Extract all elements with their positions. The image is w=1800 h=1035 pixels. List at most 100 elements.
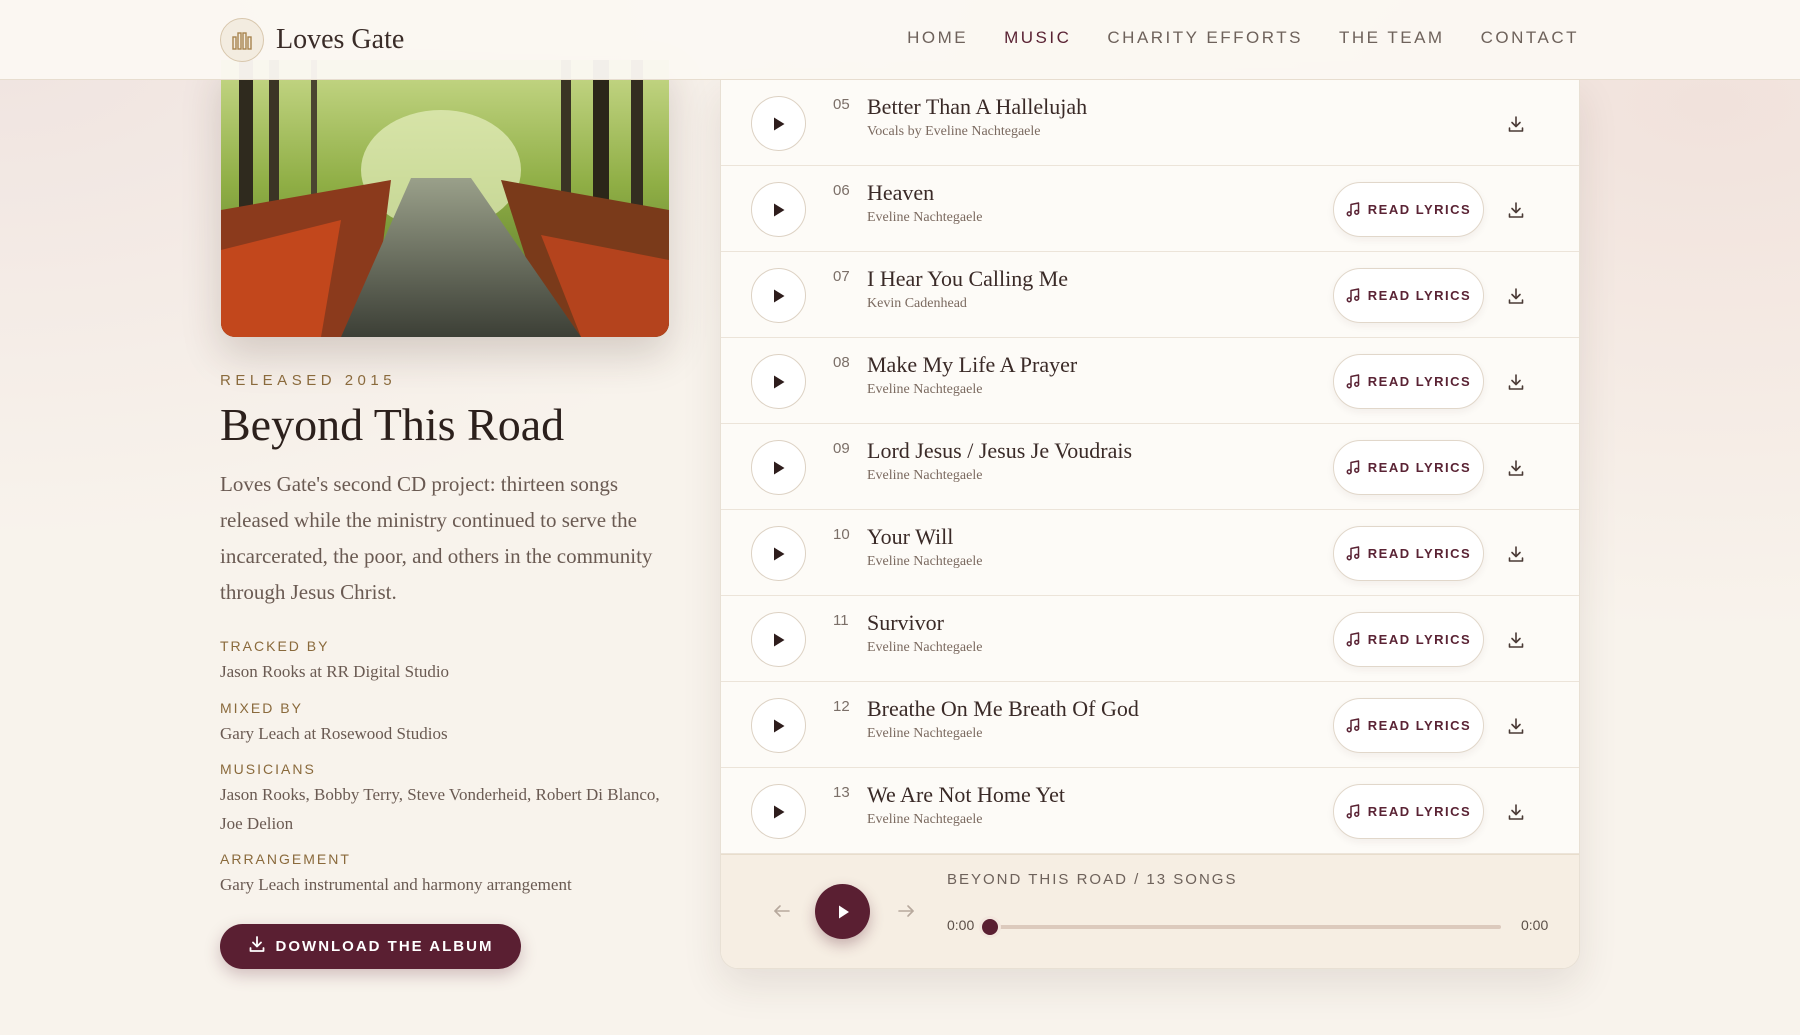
track-title[interactable]: Survivor: [867, 610, 944, 636]
track-download-button[interactable]: [1503, 283, 1529, 309]
play-icon: [773, 719, 784, 732]
track-download-button[interactable]: [1503, 627, 1529, 653]
track-title[interactable]: Better Than A Hallelujah: [867, 94, 1087, 120]
track-download-button[interactable]: [1503, 455, 1529, 481]
track-number: 05: [833, 96, 850, 113]
track-number: 09: [833, 440, 850, 457]
previous-track-button[interactable]: [769, 898, 795, 924]
credit-label-musicians: MUSICIANS: [220, 761, 316, 777]
track-number: 10: [833, 526, 850, 543]
track-play-button[interactable]: [751, 698, 806, 753]
read-lyrics-button[interactable]: READ LYRICS: [1333, 612, 1484, 667]
seek-handle[interactable]: [982, 919, 998, 935]
read-lyrics-button[interactable]: READ LYRICS: [1333, 440, 1484, 495]
play-icon: [773, 805, 784, 818]
download-album-button[interactable]: DOWNLOAD THE ALBUM: [220, 924, 521, 969]
nav-contact[interactable]: CONTACT: [1481, 28, 1579, 48]
download-icon: [1508, 202, 1524, 218]
track-download-button[interactable]: [1503, 799, 1529, 825]
track-row: 05 Better Than A Hallelujah Vocals by Evel…: [721, 80, 1579, 166]
read-lyrics-button[interactable]: READ LYRICS: [1333, 182, 1484, 237]
read-lyrics-button[interactable]: READ LYRICS: [1333, 526, 1484, 581]
track-play-button[interactable]: [751, 440, 806, 495]
nav-charity-efforts[interactable]: CHARITY EFFORTS: [1107, 28, 1303, 48]
music-note-icon: [1346, 202, 1360, 217]
play-icon: [773, 547, 784, 560]
track-play-button[interactable]: [751, 612, 806, 667]
track-number: 12: [833, 698, 850, 715]
track-play-button[interactable]: [751, 268, 806, 323]
track-list: 05 Better Than A Hallelujah Vocals by Evel…: [721, 80, 1579, 854]
album-cover: [221, 60, 669, 337]
read-lyrics-button[interactable]: READ LYRICS: [1333, 268, 1484, 323]
site-header: Loves Gate HOME MUSIC CHARITY EFFORTS TH…: [0, 0, 1800, 80]
track-number: 11: [833, 612, 849, 629]
download-icon: [1508, 288, 1524, 304]
brand-name: Loves Gate: [276, 24, 405, 55]
nav-the-team[interactable]: THE TEAM: [1339, 28, 1445, 48]
track-play-button[interactable]: [751, 354, 806, 409]
track-title[interactable]: Breathe On Me Breath Of God: [867, 696, 1139, 722]
track-download-button[interactable]: [1503, 713, 1529, 739]
track-number: 08: [833, 354, 850, 371]
read-lyrics-button[interactable]: READ LYRICS: [1333, 354, 1484, 409]
seek-bar[interactable]: [991, 925, 1501, 929]
track-title[interactable]: We Are Not Home Yet: [867, 782, 1065, 808]
credit-value-musicians: Jason Rooks, Bobby Terry, Steve Vonderhe…: [220, 785, 660, 833]
track-title[interactable]: I Hear You Calling Me: [867, 266, 1068, 292]
next-track-button[interactable]: [893, 898, 919, 924]
music-note-icon: [1346, 460, 1360, 475]
track-download-button[interactable]: [1503, 369, 1529, 395]
read-lyrics-button[interactable]: READ LYRICS: [1333, 784, 1484, 839]
track-play-button[interactable]: [751, 182, 806, 237]
album-description: Loves Gate's second CD project: thirteen…: [220, 472, 653, 604]
track-artist: Eveline Nachtegaele: [867, 812, 983, 827]
track-row: 10 Your Will Eveline Nachtegaele READ LYRIC…: [721, 510, 1579, 596]
track-row: 11 Survivor Eveline Nachtegaele READ LYRICS: [721, 596, 1579, 682]
music-note-icon: [1346, 288, 1360, 303]
track-play-button[interactable]: [751, 526, 806, 581]
track-row: 06 Heaven Eveline Nachtegaele READ LYRICS: [721, 166, 1579, 252]
track-play-button[interactable]: [751, 96, 806, 151]
music-note-icon: [1346, 632, 1360, 647]
read-lyrics-button[interactable]: READ LYRICS: [1333, 698, 1484, 753]
nav-home[interactable]: HOME: [907, 28, 968, 48]
read-lyrics-label: READ LYRICS: [1367, 202, 1472, 217]
main-nav: HOME MUSIC CHARITY EFFORTS THE TEAM CONT…: [871, 28, 1579, 48]
brand[interactable]: Loves Gate: [220, 18, 404, 62]
album-title: Beyond This Road: [220, 399, 565, 450]
track-number: 06: [833, 182, 850, 199]
track-play-button[interactable]: [751, 784, 806, 839]
music-note-icon: [1346, 804, 1360, 819]
music-note-icon: [1346, 718, 1360, 733]
credit-value-arrangement: Gary Leach instrumental and harmony arra…: [220, 875, 572, 894]
organ-pipes-icon: [220, 18, 264, 62]
play-icon: [773, 289, 784, 302]
read-lyrics-label: READ LYRICS: [1367, 546, 1472, 561]
track-title[interactable]: Heaven: [867, 180, 934, 206]
arrow-left-icon: [774, 905, 790, 917]
play-icon: [773, 203, 784, 216]
credit-label-arrangement: ARRANGEMENT: [220, 851, 351, 867]
track-download-button[interactable]: [1503, 197, 1529, 223]
track-title[interactable]: Your Will: [867, 524, 953, 550]
track-row: 12 Breathe On Me Breath Of God Eveline Nac…: [721, 682, 1579, 768]
download-icon: [1508, 632, 1524, 648]
track-artist: Kevin Cadenhead: [867, 296, 967, 311]
nav-music[interactable]: MUSIC: [1004, 28, 1071, 48]
credit-label-tracked-by: TRACKED BY: [220, 638, 330, 654]
track-title[interactable]: Lord Jesus / Jesus Je Voudrais: [867, 438, 1132, 464]
track-artist: Eveline Nachtegaele: [867, 554, 983, 569]
track-row: 07 I Hear You Calling Me Kevin Cadenhead RE…: [721, 252, 1579, 338]
track-download-button[interactable]: [1503, 111, 1529, 137]
track-row: 08 Make My Life A Prayer Eveline Nachtegae…: [721, 338, 1579, 424]
player-play-button[interactable]: [815, 884, 870, 939]
time-current: 0:00: [947, 917, 975, 933]
track-artist: Eveline Nachtegaele: [867, 382, 983, 397]
track-download-button[interactable]: [1503, 541, 1529, 567]
player-caption: BEYOND THIS ROAD / 13 SONGS: [947, 871, 1238, 888]
track-title[interactable]: Make My Life A Prayer: [867, 352, 1077, 378]
read-lyrics-label: READ LYRICS: [1367, 288, 1472, 303]
track-artist: Eveline Nachtegaele: [867, 210, 983, 225]
track-row: 09 Lord Jesus / Jesus Je Voudrais Eveline …: [721, 424, 1579, 510]
